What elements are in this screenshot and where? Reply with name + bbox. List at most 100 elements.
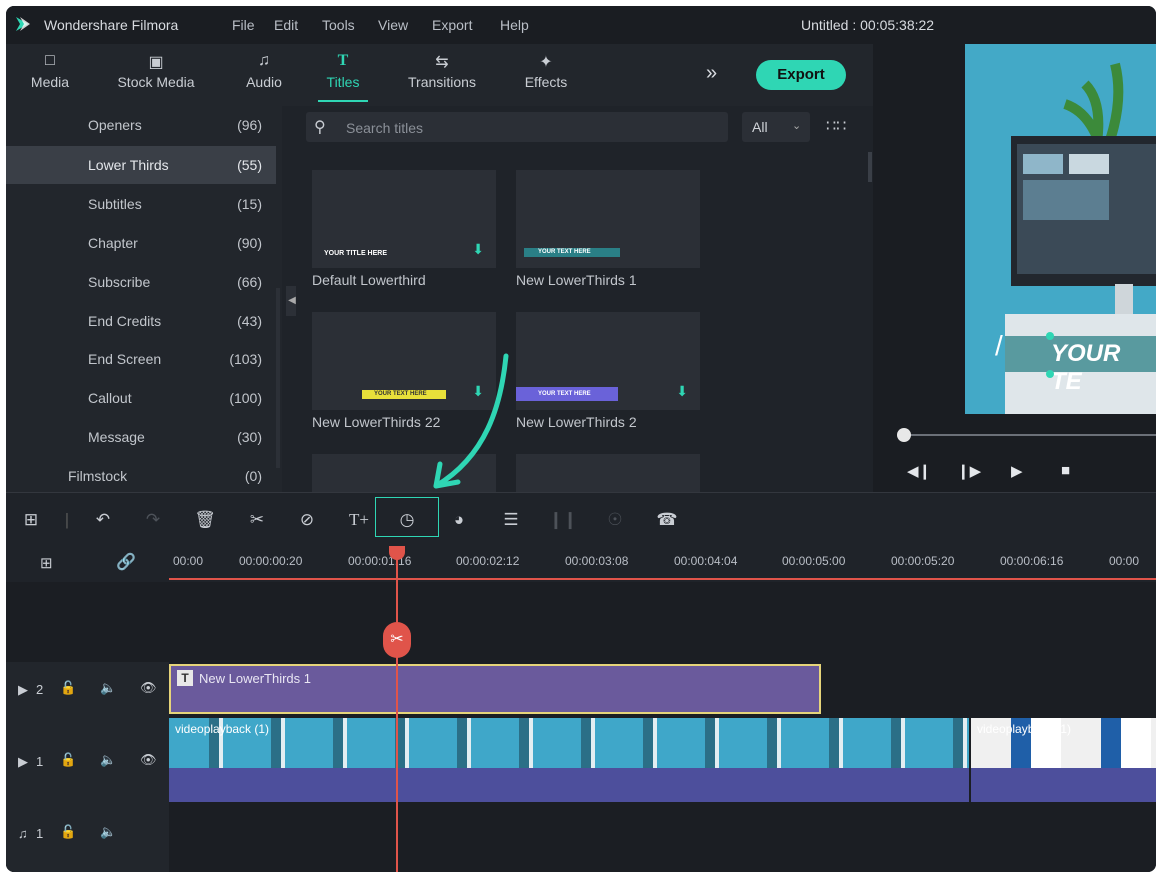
filter-dropdown[interactable]: All ⌄ <box>742 112 810 142</box>
lock-icon[interactable]: 🔓 <box>60 824 76 840</box>
filmora-logo-icon <box>16 17 30 31</box>
preview-scrubber[interactable] <box>903 434 1156 436</box>
prev-frame-icon[interactable]: ◀❙ <box>907 462 931 480</box>
video-clip[interactable]: videoplayback (1) <box>169 718 969 802</box>
lock-icon[interactable]: 🔓 <box>60 752 76 768</box>
category-filmstock[interactable]: Filmstock (0) <box>6 457 276 495</box>
speed-icon[interactable]: ◷ <box>392 505 422 535</box>
add-text-icon[interactable]: T+ <box>344 505 374 535</box>
video-track-icon: ▶ <box>18 682 28 697</box>
category-subscribe[interactable]: Subscribe (66) <box>6 263 276 301</box>
sidebar-scrollbar[interactable] <box>276 288 280 468</box>
adjust-icon[interactable]: ☰ <box>496 505 526 535</box>
play-icon[interactable]: ▶ <box>1011 462 1023 480</box>
effects-icon: ✦ <box>539 54 553 71</box>
project-title: Untitled : 00:05:38:22 <box>801 17 935 33</box>
category-callout[interactable]: Callout (100) <box>6 379 276 417</box>
category-message[interactable]: Message (30) <box>6 418 276 456</box>
speech-to-text-icon[interactable]: ☎ <box>652 505 682 535</box>
lock-icon[interactable]: 🔓 <box>60 680 76 696</box>
tab-transitions[interactable]: ⇆ Transitions <box>402 44 482 106</box>
preview-overlay-text[interactable]: YOUR TE <box>1051 340 1156 396</box>
track-header-video-1: ▶ 1 🔓 🔈 👁 <box>6 718 169 805</box>
annotation-arrow-icon <box>433 353 509 489</box>
title-thumbnail[interactable]: YOUR TITLE HERE ⬇ <box>312 170 496 268</box>
lower-third-slash: / <box>995 330 1003 361</box>
add-track-icon[interactable]: ⊞ <box>40 554 53 572</box>
grid-view-icon[interactable]: ∷∷ <box>826 116 846 136</box>
stock-media-icon: ▣ <box>148 54 164 71</box>
search-box: ⚲ <box>306 112 728 142</box>
menu-file[interactable]: File <box>232 17 255 33</box>
menu-export[interactable]: Export <box>432 17 472 33</box>
category-openers[interactable]: Openers (96) <box>6 106 276 144</box>
track-header-audio-1: ♫ 1 🔓 🔈 <box>6 804 169 872</box>
category-subtitles[interactable]: Subtitles (15) <box>6 185 276 223</box>
timeline-toolbar: ⊞ | ↶ ↷ 🗑 ✂ ⊘ T+ ◷ ◕ ☰ ❙❙ ☉ ☎ <box>6 492 1156 547</box>
crop-icon[interactable]: ⊘ <box>292 505 322 535</box>
layout-icon[interactable]: ⊞ <box>16 505 46 535</box>
title-thumbnail[interactable]: YOUR TEXT HERE <box>516 170 700 268</box>
color-icon[interactable]: ◕ <box>444 505 474 535</box>
stop-icon[interactable]: ■ <box>1061 462 1070 479</box>
chevron-down-icon: ⌄ <box>792 120 802 132</box>
audio-mixer-icon[interactable]: ❙❙ <box>548 505 578 535</box>
video-track-icon: ▶ <box>18 754 28 769</box>
export-button[interactable]: Export <box>756 60 846 90</box>
menu-tools[interactable]: Tools <box>322 17 355 33</box>
title-bar: Wondershare Filmora File Edit Tools View… <box>6 6 1156 44</box>
undo-icon[interactable]: ↶ <box>88 505 118 535</box>
mute-icon[interactable]: 🔈 <box>100 824 116 840</box>
title-thumbnail[interactable] <box>516 454 700 492</box>
active-tab-underline <box>318 100 368 102</box>
track-header-video-2: ▶ 2 🔓 🔈 👁 <box>6 662 169 719</box>
more-tabs-icon[interactable]: » <box>706 62 717 85</box>
library-tabs: □ Media ▣ Stock Media ♫ Audio T Titles ⇆… <box>6 44 873 106</box>
title-categories-sidebar: Openers (96) Lower Thirds (55) Subtitles (1… <box>6 106 282 492</box>
playhead[interactable] <box>396 546 398 872</box>
menu-view[interactable]: View <box>378 17 408 33</box>
transitions-icon: ⇆ <box>435 54 449 71</box>
preview-panel: / YOUR TE ◀❙ ❙▶ ▶ ■ <box>873 44 1156 492</box>
scrubber-knob[interactable] <box>897 428 911 442</box>
eye-icon[interactable]: 👁 <box>140 680 157 696</box>
cut-icon[interactable]: ✂ <box>242 505 272 535</box>
tab-stock-media[interactable]: ▣ Stock Media <box>106 44 206 106</box>
menu-help[interactable]: Help <box>500 17 529 33</box>
search-input[interactable] <box>344 117 718 139</box>
tab-media[interactable]: □ Media <box>20 44 80 106</box>
title-clip[interactable]: T New LowerThirds 1 <box>169 664 821 714</box>
title-label: New LowerThirds 1 <box>516 272 637 288</box>
link-icon[interactable]: 🔗 <box>116 552 136 572</box>
empty-track-area <box>6 582 169 662</box>
record-icon[interactable]: ☉ <box>600 505 630 535</box>
download-icon[interactable]: ⬇ <box>472 241 484 258</box>
category-chapter[interactable]: Chapter (90) <box>6 224 276 262</box>
mute-icon[interactable]: 🔈 <box>100 752 116 768</box>
resize-handle[interactable] <box>1046 332 1054 340</box>
app-name: Wondershare Filmora <box>44 17 179 33</box>
titles-library: ⚲ All ⌄ ∷∷ YOUR TITLE HERE ⬇ Default Low… <box>296 106 873 492</box>
download-icon[interactable]: ⬇ <box>676 383 688 400</box>
delete-icon[interactable]: 🗑 <box>190 505 220 535</box>
next-frame-icon[interactable]: ❙▶ <box>957 462 981 480</box>
tab-audio[interactable]: ♫ Audio <box>234 44 294 106</box>
split-scissors-icon[interactable]: ✂ <box>383 622 411 658</box>
category-lower-thirds[interactable]: Lower Thirds (55) <box>6 146 276 184</box>
category-end-screen[interactable]: End Screen (103) <box>6 340 276 378</box>
category-end-credits[interactable]: End Credits (43) <box>6 302 276 340</box>
timeline-header-controls: ⊞ 🔗 <box>6 546 169 582</box>
menu-edit[interactable]: Edit <box>274 17 298 33</box>
ruler-baseline <box>169 578 1156 580</box>
redo-icon[interactable]: ↷ <box>138 505 168 535</box>
library-scrollbar[interactable] <box>868 152 872 182</box>
resize-handle[interactable] <box>1046 370 1054 378</box>
eye-icon[interactable]: 👁 <box>140 752 157 768</box>
title-thumbnail[interactable]: YOUR TEXT HERE ⬇ <box>516 312 700 410</box>
timeline-ruler[interactable]: 00:00 00:00:00:20 00:00:01:16 00:00:02:1… <box>169 546 1156 582</box>
text-t-icon: T <box>337 52 349 69</box>
video-clip[interactable]: videoplayback (1) <box>971 718 1156 802</box>
tab-titles[interactable]: T Titles <box>318 44 368 106</box>
mute-icon[interactable]: 🔈 <box>100 680 116 696</box>
tab-effects[interactable]: ✦ Effects <box>516 44 576 106</box>
